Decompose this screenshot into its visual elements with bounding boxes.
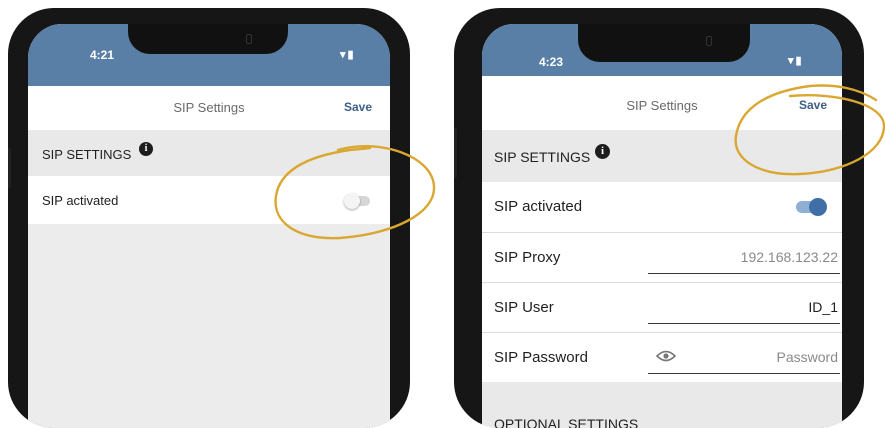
sip-activated-label: SIP activated [42, 193, 119, 208]
notch [578, 24, 750, 62]
section-header: SIP SETTINGS i [28, 130, 390, 176]
sip-proxy-input[interactable]: 192.168.123.22 [650, 249, 838, 265]
save-button[interactable]: Save [344, 100, 372, 114]
sip-activated-toggle[interactable] [344, 193, 370, 209]
sip-password-label: SIP Password [494, 349, 588, 366]
left-nav-bar: SIP Settings Save [28, 86, 390, 130]
right-phone: 4:23 ▾▮ SIP Settings Save SIP SETTINGS i… [454, 8, 864, 428]
sip-user-underline [648, 323, 840, 324]
empty-area [28, 224, 390, 428]
sip-user-input[interactable]: ID_1 [650, 299, 838, 315]
sip-user-label: SIP User [494, 299, 554, 316]
optional-section-title: OPTIONAL SETTINGS [494, 416, 639, 428]
row-sip-proxy: SIP Proxy 192.168.123.22 [482, 233, 842, 282]
page-title: SIP Settings [626, 98, 698, 113]
left-status-bar: 4:21 ▾▮ [28, 24, 390, 86]
info-icon[interactable]: i [139, 142, 153, 156]
status-time: 4:23 [539, 55, 564, 69]
section-title: SIP SETTINGS [42, 147, 132, 162]
page-title: SIP Settings [173, 100, 245, 115]
camera-icon [246, 34, 252, 44]
sip-password-underline [648, 373, 840, 374]
status-time: 4:21 [90, 48, 115, 62]
right-nav-bar: SIP Settings Save [482, 76, 842, 130]
row-sip-activated: SIP activated [482, 182, 842, 232]
left-phone: 4:21 ▾▮ SIP Settings Save SIP SETTINGS i… [8, 8, 410, 428]
row-sip-user: SIP User ID_1 [482, 283, 842, 332]
camera-icon [706, 36, 712, 46]
wifi-battery-icon: ▾▮ [340, 49, 356, 61]
info-icon[interactable]: i [595, 144, 610, 159]
eye-icon[interactable] [655, 348, 677, 364]
sip-activated-label: SIP activated [494, 198, 583, 215]
toggle-knob [809, 198, 827, 216]
right-side-button [454, 128, 457, 178]
wifi-battery-icon: ▾▮ [788, 55, 804, 67]
row-sip-activated: SIP activated [28, 176, 390, 224]
optional-section-header: OPTIONAL SETTINGS [482, 382, 842, 428]
section-header: SIP SETTINGS i [482, 130, 842, 182]
right-status-bar: 4:23 ▾▮ [482, 24, 842, 76]
save-button[interactable]: Save [799, 98, 827, 112]
left-screen: 4:21 ▾▮ SIP Settings Save SIP SETTINGS i… [28, 24, 390, 428]
section-title: SIP SETTINGS [494, 149, 591, 165]
toggle-knob [344, 193, 360, 209]
row-sip-password: SIP Password Password [482, 333, 842, 382]
sip-proxy-underline [648, 273, 840, 274]
sip-proxy-label: SIP Proxy [494, 249, 561, 266]
sip-password-input[interactable]: Password [712, 349, 838, 365]
notch [128, 24, 288, 54]
left-side-button [8, 148, 11, 188]
sip-activated-toggle[interactable] [796, 198, 827, 216]
right-screen: 4:23 ▾▮ SIP Settings Save SIP SETTINGS i… [482, 24, 842, 428]
